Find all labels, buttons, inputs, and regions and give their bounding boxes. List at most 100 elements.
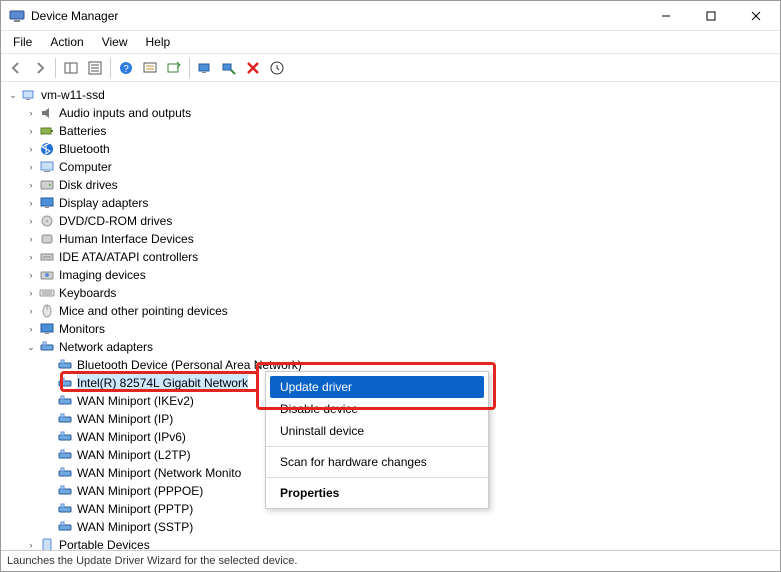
tree-node-label: WAN Miniport (IP) (77, 410, 173, 428)
network-adapter-icon (57, 375, 73, 391)
network-adapter-icon (57, 501, 73, 517)
show-hide-console-button[interactable] (60, 57, 82, 79)
expander-icon[interactable]: › (25, 215, 37, 227)
maximize-button[interactable] (688, 2, 733, 30)
tree-node-label: vm-w11-ssd (41, 86, 105, 104)
context-menu-item[interactable]: Disable device (266, 398, 488, 420)
network-adapter-icon (57, 465, 73, 481)
network-adapter-icon (57, 357, 73, 373)
expander-icon[interactable]: › (25, 323, 37, 335)
menu-help[interactable]: Help (138, 33, 179, 51)
tree-category-node[interactable]: › DVD/CD-ROM drives (7, 212, 780, 230)
menubar: File Action View Help (1, 31, 780, 54)
computer-icon (39, 159, 55, 175)
tree-category-node[interactable]: › Disk drives (7, 176, 780, 194)
tree-category-node[interactable]: › Bluetooth (7, 140, 780, 158)
tree-category-node[interactable]: ⌄ Network adapters (7, 338, 780, 356)
toolbar: ? (1, 54, 780, 82)
tree-category-node[interactable]: › Batteries (7, 122, 780, 140)
expander-icon[interactable]: › (25, 269, 37, 281)
tree-category-node[interactable]: › Monitors (7, 320, 780, 338)
menu-view[interactable]: View (94, 33, 136, 51)
device-tree[interactable]: ⌄ vm-w11-ssd › Audio inputs and outputs … (1, 82, 780, 551)
bluetooth-icon (39, 141, 55, 157)
network-adapter-icon (57, 393, 73, 409)
tree-category-node[interactable]: › Computer (7, 158, 780, 176)
app-icon (9, 8, 25, 24)
dvd-icon (39, 213, 55, 229)
network-icon (39, 339, 55, 355)
back-button[interactable] (5, 57, 27, 79)
context-menu-separator (266, 446, 488, 447)
monitor-icon (39, 321, 55, 337)
uninstall-device-button[interactable] (242, 57, 264, 79)
tree-node-label: Intel(R) 82574L Gigabit Network (77, 374, 248, 392)
tree-category-node[interactable]: › Imaging devices (7, 266, 780, 284)
imaging-icon (39, 267, 55, 283)
tree-category-node[interactable]: › Portable Devices (7, 536, 780, 551)
scan-hardware-button[interactable] (139, 57, 161, 79)
svg-text:?: ? (123, 64, 129, 75)
network-adapter-icon (57, 483, 73, 499)
tree-category-node[interactable]: › Mice and other pointing devices (7, 302, 780, 320)
toolbar-separator (110, 58, 111, 78)
ide-icon (39, 249, 55, 265)
tree-node-label: WAN Miniport (IKEv2) (77, 392, 194, 410)
menu-file[interactable]: File (5, 33, 40, 51)
expander-icon[interactable]: › (25, 107, 37, 119)
tree-node-label: Computer (59, 158, 112, 176)
tree-category-node[interactable]: › Audio inputs and outputs (7, 104, 780, 122)
window-title: Device Manager (31, 9, 643, 23)
context-menu-item[interactable]: Scan for hardware changes (266, 451, 488, 473)
tree-category-node[interactable]: › Keyboards (7, 284, 780, 302)
context-menu-item[interactable]: Update driver (270, 376, 484, 398)
audio-icon (39, 105, 55, 121)
close-button[interactable] (733, 2, 778, 30)
help-button[interactable]: ? (115, 57, 137, 79)
tree-node-label: Human Interface Devices (59, 230, 194, 248)
tree-category-node[interactable]: › Display adapters (7, 194, 780, 212)
tree-node-label: WAN Miniport (IPv6) (77, 428, 186, 446)
tree-node-label: Imaging devices (59, 266, 146, 284)
expander-icon[interactable]: › (25, 305, 37, 317)
expander-icon[interactable]: ⌄ (25, 341, 37, 353)
expander-icon[interactable]: › (25, 143, 37, 155)
tree-root-node[interactable]: ⌄ vm-w11-ssd (7, 86, 780, 104)
expander-icon[interactable]: › (25, 125, 37, 137)
tree-node-label: Bluetooth (59, 140, 110, 158)
tree-category-node[interactable]: › IDE ATA/ATAPI controllers (7, 248, 780, 266)
portable-icon (39, 537, 55, 551)
menu-action[interactable]: Action (42, 33, 91, 51)
expander-icon[interactable]: › (25, 539, 37, 551)
expander-icon[interactable]: ⌄ (7, 89, 19, 101)
context-menu-item[interactable]: Uninstall device (266, 420, 488, 442)
expander-icon[interactable]: › (25, 251, 37, 263)
tree-node-label: Network adapters (59, 338, 153, 356)
expander-icon[interactable]: › (25, 197, 37, 209)
display-icon (39, 195, 55, 211)
tree-node-label: IDE ATA/ATAPI controllers (59, 248, 198, 266)
expander-icon[interactable]: › (25, 233, 37, 245)
expander-icon[interactable]: › (25, 161, 37, 173)
tree-device-node[interactable]: WAN Miniport (SSTP) (7, 518, 780, 536)
context-menu-item[interactable]: Properties (266, 482, 488, 504)
forward-button[interactable] (29, 57, 51, 79)
device-manager-window: Device Manager File Action View Help ? ⌄… (0, 0, 781, 572)
titlebar: Device Manager (1, 1, 780, 31)
status-bar: Launches the Update Driver Wizard for th… (1, 551, 780, 571)
context-menu: Update driverDisable deviceUninstall dev… (265, 371, 489, 509)
disk-icon (39, 177, 55, 193)
more-actions-button[interactable] (266, 57, 288, 79)
tree-category-node[interactable]: › Human Interface Devices (7, 230, 780, 248)
expander-icon[interactable]: › (25, 287, 37, 299)
disable-device-button[interactable] (218, 57, 240, 79)
update-driver-button[interactable] (163, 57, 185, 79)
minimize-button[interactable] (643, 2, 688, 30)
enable-device-button[interactable] (194, 57, 216, 79)
tree-node-label: WAN Miniport (PPTP) (77, 500, 193, 518)
network-adapter-icon (57, 519, 73, 535)
properties-button[interactable] (84, 57, 106, 79)
expander-icon[interactable]: › (25, 179, 37, 191)
tree-node-label: WAN Miniport (L2TP) (77, 446, 191, 464)
context-menu-separator (266, 477, 488, 478)
